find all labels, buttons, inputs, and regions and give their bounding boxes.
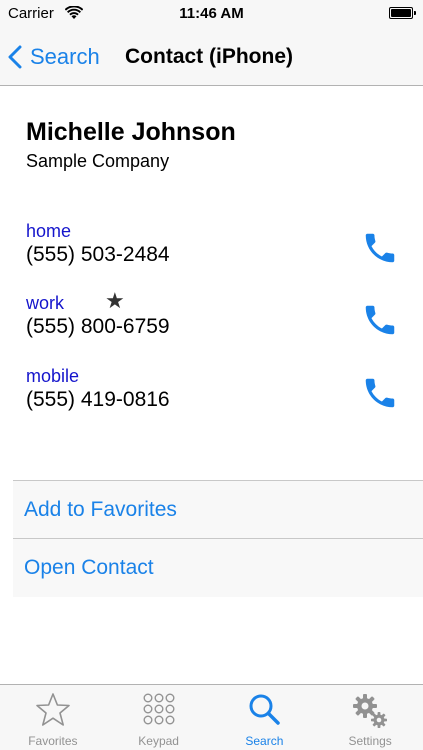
contact-company: Sample Company [26, 151, 170, 171]
screen: Carrier 11:46 AM Search Contact (iPhone)… [0, 0, 423, 750]
battery-fill [391, 9, 411, 17]
tab-keypad[interactable]: Keypad [106, 685, 212, 750]
tab-favorites[interactable]: Favorites [0, 685, 106, 750]
add-to-favorites-label: Add to Favorites [24, 498, 177, 521]
add-to-favorites-button[interactable]: Add to Favorites [13, 480, 423, 538]
gear-icon [351, 692, 389, 735]
favorite-star-icon: ★ [105, 288, 125, 313]
keypad-icon [141, 692, 177, 733]
tab-label: Search [245, 734, 284, 748]
phone-number[interactable]: (555) 800-6759 [26, 315, 170, 339]
contact-name: Michelle Johnson [26, 118, 236, 146]
tab-search[interactable]: Search [212, 685, 318, 750]
status-time: 11:46 AM [179, 5, 244, 22]
phone-label: work [26, 293, 65, 313]
search-icon [246, 692, 282, 733]
tab-label: Keypad [138, 734, 179, 748]
phone-entry-mobile: mobile (555) 419-0816 [0, 366, 423, 428]
phone-call-icon[interactable] [361, 229, 399, 267]
tab-label: Settings [348, 734, 392, 748]
phone-number[interactable]: (555) 419-0816 [26, 388, 170, 412]
phone-entry-home: home (555) 503-2484 [0, 221, 423, 283]
phone-number[interactable]: (555) 503-2484 [26, 243, 170, 267]
battery-icon [389, 7, 416, 19]
phone-entry-work: work ★ (555) 800-6759 [0, 288, 423, 355]
status-bar: Carrier 11:46 AM [0, 0, 423, 28]
phone-label: home [26, 221, 72, 241]
open-contact-button[interactable]: Open Contact [13, 538, 423, 596]
phone-label: mobile [26, 366, 80, 386]
action-list: Add to Favorites Open Contact [13, 480, 423, 597]
open-contact-label: Open Contact [24, 556, 154, 579]
phone-call-icon[interactable] [361, 374, 399, 412]
phone-call-icon[interactable] [361, 301, 399, 339]
nav-bar: Search Contact (iPhone) [0, 28, 423, 86]
tab-bar: Favorites Keypad Search Settings [0, 684, 423, 750]
star-outline-icon [35, 692, 71, 733]
page-title: Contact (iPhone) [125, 45, 293, 68]
tab-label: Favorites [28, 734, 78, 748]
back-button[interactable]: Search [8, 28, 100, 85]
chevron-left-icon [8, 45, 22, 69]
back-button-label: Search [30, 43, 100, 69]
tab-settings[interactable]: Settings [317, 685, 423, 750]
